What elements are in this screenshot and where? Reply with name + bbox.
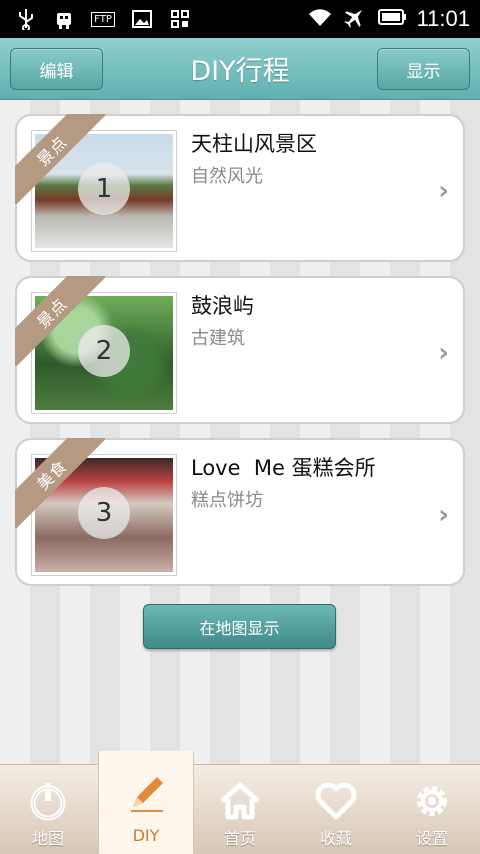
ftp-label: FTP — [91, 11, 115, 27]
category-ribbon: 景点 — [15, 114, 105, 204]
itinerary-list: 1 景点 天柱山风景区 自然风光 › 2 景点 鼓浪屿 古建筑 › 3 美食 L… — [0, 100, 480, 764]
battery-icon — [377, 8, 407, 30]
place-title: Love Me 蛋糕会所 — [191, 456, 376, 480]
usb-icon — [14, 7, 38, 31]
place-category: 自然风光 — [191, 166, 263, 187]
wifi-icon — [307, 6, 333, 32]
app-header: 编辑 DIY行程 显示 — [0, 38, 480, 100]
map-power-icon — [26, 779, 70, 823]
chevron-right-icon[interactable]: › — [438, 176, 449, 206]
place-category: 糕点饼坊 — [191, 490, 263, 511]
show-button[interactable]: 显示 — [377, 48, 470, 90]
tab-settings[interactable]: 设置 — [384, 765, 480, 854]
category-tag: 美食 — [15, 438, 105, 528]
ftp-icon: FTP — [90, 7, 116, 31]
chevron-right-icon[interactable]: › — [438, 500, 449, 530]
show-on-map-button[interactable]: 在地图显示 — [143, 604, 336, 649]
itinerary-card[interactable]: 2 景点 鼓浪屿 古建筑 › — [15, 276, 465, 424]
category-ribbon: 美食 — [15, 438, 105, 528]
place-title: 天柱山风景区 — [191, 132, 317, 156]
category-tag: 景点 — [15, 114, 105, 204]
pencil-icon — [125, 771, 169, 815]
category-ribbon: 景点 — [15, 276, 105, 366]
tab-label: 收藏 — [319, 829, 352, 848]
status-bar: FTP 11:01 — [0, 0, 480, 38]
home-icon — [218, 779, 262, 823]
category-tag: 景点 — [15, 276, 105, 366]
grid-icon — [168, 7, 192, 31]
tab-label: 设置 — [415, 829, 448, 848]
tab-label: 首页 — [223, 829, 256, 848]
tab-diy[interactable]: DIY — [98, 751, 194, 854]
tab-map[interactable]: 地图 — [0, 765, 96, 854]
tab-favorites[interactable]: 收藏 — [288, 765, 384, 854]
place-title: 鼓浪屿 — [191, 294, 254, 318]
image-icon — [130, 7, 154, 31]
tab-label: 地图 — [31, 829, 64, 848]
place-category: 古建筑 — [191, 328, 245, 349]
tab-home[interactable]: 首页 — [192, 765, 288, 854]
chevron-right-icon[interactable]: › — [438, 338, 449, 368]
itinerary-card[interactable]: 1 景点 天柱山风景区 自然风光 › — [15, 114, 465, 262]
status-time: 11:01 — [416, 6, 470, 31]
gear-icon — [410, 779, 454, 823]
itinerary-card[interactable]: 3 美食 Love Me 蛋糕会所 糕点饼坊 › — [15, 438, 465, 586]
bottom-tab-bar: 地图 DIY 首页 收藏 设置 — [0, 751, 480, 854]
heart-icon — [314, 779, 358, 823]
tab-label: DIY — [132, 826, 160, 845]
android-debug-icon — [52, 7, 76, 31]
airplane-icon — [343, 5, 367, 33]
